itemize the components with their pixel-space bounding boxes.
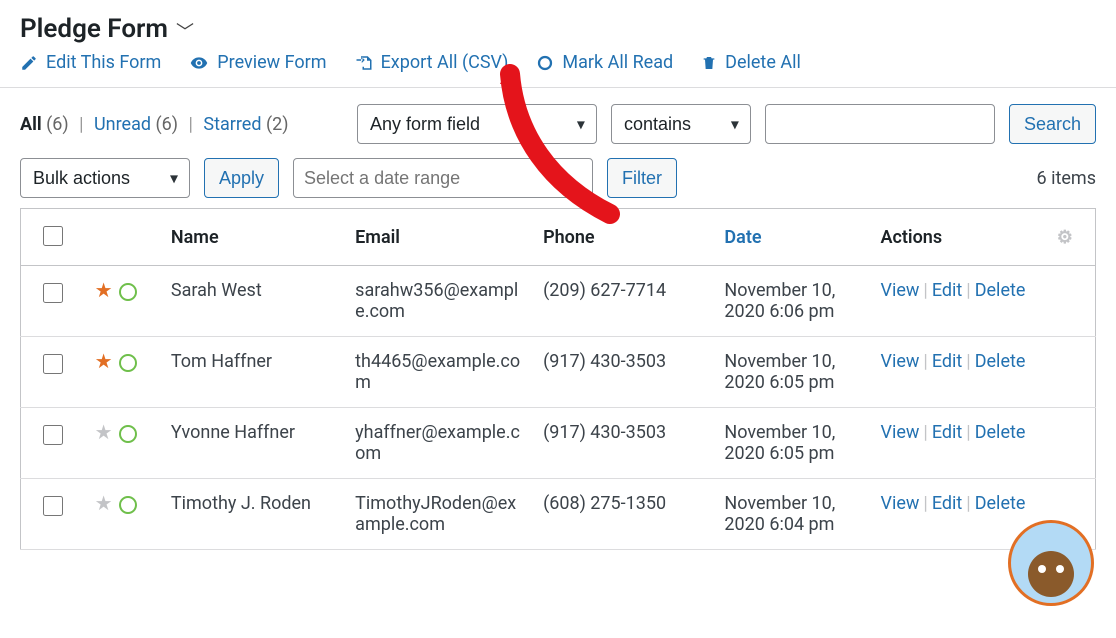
cell-email: TimothyJRoden@example.com [345,479,533,550]
entries-table: Name Email Phone Date Actions ⚙ ★ Sarah W… [20,208,1096,550]
help-avatar[interactable] [1008,520,1094,606]
col-phone[interactable]: Phone [533,209,714,266]
preview-form-link[interactable]: Preview Form [189,52,326,73]
cell-name: Timothy J. Roden [161,479,345,550]
col-actions: Actions [870,209,1046,266]
read-indicator-icon[interactable] [119,354,137,372]
col-name[interactable]: Name [161,209,345,266]
row-checkbox[interactable] [43,354,63,374]
preview-form-label: Preview Form [217,52,326,73]
delete-link[interactable]: Delete [975,422,1026,443]
date-range-input[interactable] [293,158,593,198]
view-link[interactable]: View [880,280,919,301]
star-icon[interactable]: ★ [95,420,113,444]
gear-icon[interactable]: ⚙ [1057,227,1073,248]
filter-button[interactable]: Filter [607,158,677,198]
cell-email: sarahw356@example.com [345,266,533,337]
cell-date: November 10, 2020 6:05 pm [714,337,870,408]
row-checkbox[interactable] [43,283,63,303]
circle-icon [536,54,554,72]
read-indicator-icon[interactable] [119,283,137,301]
star-icon[interactable]: ★ [95,349,113,373]
view-link[interactable]: View [880,493,919,514]
view-link[interactable]: View [880,351,919,372]
delete-link[interactable]: Delete [975,493,1026,514]
mark-all-read-label: Mark All Read [562,52,673,73]
delete-all-label: Delete All [725,52,801,73]
cell-email: yhaffner@example.com [345,408,533,479]
pencil-icon [20,54,38,72]
edit-link[interactable]: Edit [932,351,962,372]
filter-unread[interactable]: Unread [94,114,151,135]
cell-phone: (917) 430-3503 [533,337,714,408]
search-button[interactable]: Search [1009,104,1096,144]
table-row: ★ Sarah Westsarahw356@example.com(209) 62… [21,266,1096,337]
row-checkbox[interactable] [43,496,63,516]
cell-phone: (917) 430-3503 [533,408,714,479]
delete-all-link[interactable]: Delete All [701,52,801,73]
cell-phone: (209) 627-7714 [533,266,714,337]
mark-all-read-link[interactable]: Mark All Read [536,52,673,73]
filter-starred[interactable]: Starred [203,114,261,135]
cell-date: November 10, 2020 6:05 pm [714,408,870,479]
page-title: Pledge Form [20,14,168,44]
cell-name: Yvonne Haffner [161,408,345,479]
bulk-actions-select[interactable]: Bulk actions [20,158,190,198]
edit-link[interactable]: Edit [932,422,962,443]
search-value-input[interactable] [765,104,995,144]
delete-link[interactable]: Delete [975,280,1026,301]
export-icon [355,54,373,72]
cell-phone: (608) 275-1350 [533,479,714,550]
all-count: (6) [46,114,69,135]
star-icon[interactable]: ★ [95,491,113,515]
edit-form-label: Edit This Form [46,52,161,73]
cell-email: th4465@example.com [345,337,533,408]
cell-name: Sarah West [161,266,345,337]
unread-count: (6) [156,114,179,135]
items-count: 6 items [1037,168,1096,189]
row-checkbox[interactable] [43,425,63,445]
eye-icon [189,54,209,72]
export-all-link[interactable]: Export All (CSV) [355,52,509,73]
col-email[interactable]: Email [345,209,533,266]
starred-count: (2) [266,114,289,135]
apply-button[interactable]: Apply [204,158,279,198]
chevron-down-icon[interactable]: ﹀ [176,18,194,44]
delete-link[interactable]: Delete [975,351,1026,372]
read-indicator-icon[interactable] [119,496,137,514]
filter-all[interactable]: All [20,114,42,135]
table-row: ★ Yvonne Haffneryhaffner@example.com(917)… [21,408,1096,479]
star-icon[interactable]: ★ [95,278,113,302]
edit-form-link[interactable]: Edit This Form [20,52,161,73]
read-indicator-icon[interactable] [119,425,137,443]
select-all-checkbox[interactable] [43,226,63,246]
edit-link[interactable]: Edit [932,493,962,514]
trash-icon [701,54,717,72]
cell-date: November 10, 2020 6:06 pm [714,266,870,337]
col-date[interactable]: Date [724,227,761,248]
export-all-label: Export All (CSV) [381,52,509,73]
table-row: ★ Tom Haffnerth4465@example.com(917) 430-… [21,337,1096,408]
operator-select[interactable]: contains [611,104,751,144]
cell-name: Tom Haffner [161,337,345,408]
field-select[interactable]: Any form field [357,104,597,144]
cell-date: November 10, 2020 6:04 pm [714,479,870,550]
table-row: ★ Timothy J. RodenTimothyJRoden@example.c… [21,479,1096,550]
status-filters: All (6) | Unread (6) | Starred (2) [20,114,289,135]
edit-link[interactable]: Edit [932,280,962,301]
view-link[interactable]: View [880,422,919,443]
